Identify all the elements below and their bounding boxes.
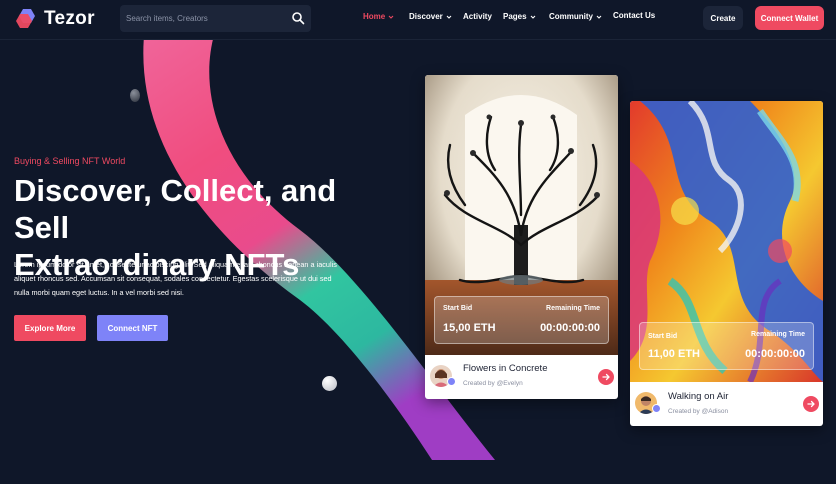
verified-icon (652, 404, 661, 413)
remaining-time-value: 00:00:00:00 (745, 348, 805, 360)
remaining-time-label: Remaining Time (546, 305, 600, 312)
brand-logo[interactable]: Tezor (14, 7, 95, 31)
create-button[interactable]: Create (703, 6, 743, 30)
connect-wallet-button[interactable]: Connect Wallet (755, 6, 824, 30)
top-navbar: Tezor Home Discover Activity Pages Commu… (0, 0, 836, 40)
nft-card[interactable]: Start Bid Remaining Time 15,00 ETH 00:00… (425, 75, 618, 399)
nav-item-contact[interactable]: Contact Us (613, 11, 655, 20)
start-bid-value: 11,00 ETH (648, 348, 700, 360)
nft-card[interactable]: Start Bid Remaining Time 11,00 ETH 00:00… (630, 101, 823, 426)
hexagon-logo-icon (16, 9, 35, 28)
remaining-time-label: Remaining Time (751, 331, 805, 338)
nft-creator: Created by @Evelyn (463, 380, 523, 387)
chevron-down-icon (388, 15, 394, 19)
bid-info-panel: Start Bid Remaining Time 15,00 ETH 00:00… (434, 296, 609, 344)
chevron-down-icon (446, 15, 452, 19)
search-box (120, 5, 311, 32)
nav-item-activity[interactable]: Activity (463, 12, 492, 21)
hero-eyebrow: Buying & Selling NFT World (14, 156, 126, 166)
explore-more-button[interactable]: Explore More (14, 315, 86, 341)
start-bid-label: Start Bid (443, 305, 473, 312)
search-input[interactable] (126, 5, 286, 32)
nav-item-pages[interactable]: Pages (503, 12, 536, 21)
search-icon[interactable] (291, 11, 305, 25)
arrow-right-icon[interactable] (803, 396, 819, 412)
brand-name: Tezor (44, 8, 95, 29)
connect-nft-button[interactable]: Connect NFT (97, 315, 168, 341)
chevron-down-icon (530, 15, 535, 19)
nft-creator: Created by @Adison (668, 408, 729, 415)
remaining-time-value: 00:00:00:00 (540, 322, 600, 334)
bid-info-panel: Start Bid Remaining Time 11,00 ETH 00:00… (639, 322, 814, 370)
chevron-down-icon (596, 15, 602, 19)
nft-title[interactable]: Flowers in Concrete (463, 363, 547, 374)
nav-item-community[interactable]: Community (549, 12, 602, 21)
arrow-right-icon[interactable] (598, 369, 614, 385)
hero-description: Lorem ipsum dolor sit amet, consectetur … (14, 260, 337, 297)
nft-title[interactable]: Walking on Air (668, 391, 728, 402)
decorative-sphere (322, 376, 337, 391)
nav-item-discover[interactable]: Discover (409, 12, 452, 21)
start-bid-value: 15,00 ETH (443, 322, 496, 334)
nav-item-home[interactable]: Home (363, 12, 394, 21)
verified-icon (447, 377, 456, 386)
start-bid-label: Start Bid (648, 333, 678, 340)
